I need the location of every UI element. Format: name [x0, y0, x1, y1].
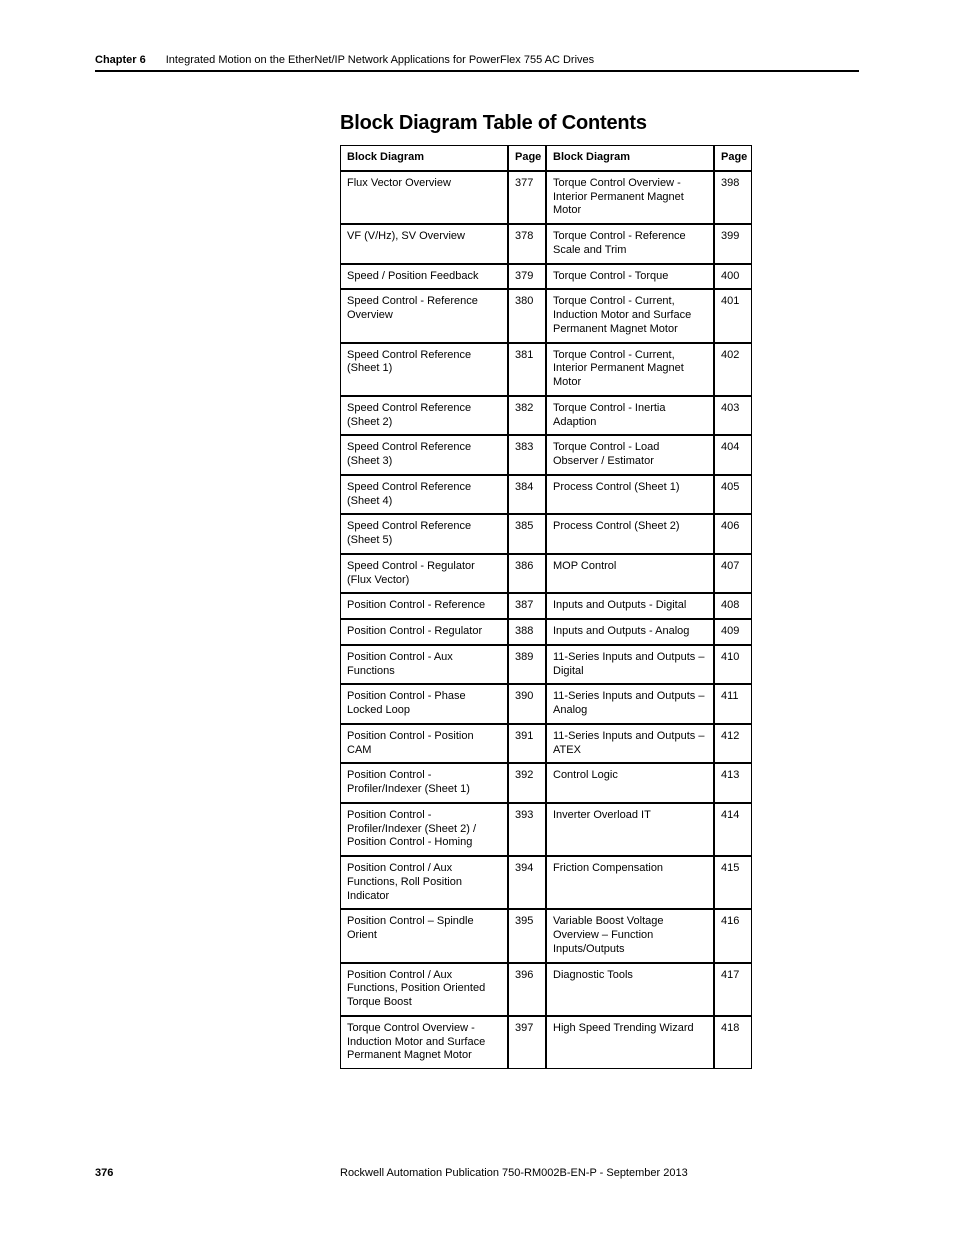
table-cell-name: Process Control (Sheet 2) [546, 514, 714, 554]
table-cell-page: 388 [508, 619, 546, 645]
col-header-block-diagram: Block Diagram [340, 145, 508, 171]
table-cell-page: 381 [508, 343, 546, 396]
table-cell-name: Position Control - Profiler/Indexer (She… [340, 763, 508, 803]
table-cell-name: Torque Control Overview - Interior Perma… [546, 171, 714, 224]
table-cell-name: Position Control - Profiler/Indexer (She… [340, 803, 508, 856]
chapter-title: Integrated Motion on the EtherNet/IP Net… [166, 54, 594, 66]
table-cell-page: 400 [714, 264, 752, 290]
table-cell-page: 390 [508, 684, 546, 724]
table-cell-name: Position Control - Reference [340, 593, 508, 619]
document-page: Chapter 6 Integrated Motion on the Ether… [0, 0, 954, 1235]
table-cell-page: 397 [508, 1016, 546, 1069]
table-cell-page: 399 [714, 224, 752, 264]
table-cell-name: Speed Control - Regulator (Flux Vector) [340, 554, 508, 594]
table-cell-page: 406 [714, 514, 752, 554]
table-cell-page: 384 [508, 475, 546, 515]
table-cell-name: 11-Series Inputs and Outputs – Digital [546, 645, 714, 685]
table-cell-name: Torque Control - Current, Interior Perma… [546, 343, 714, 396]
running-header: Chapter 6 Integrated Motion on the Ether… [95, 54, 859, 72]
table-cell-name: Torque Control Overview - Induction Moto… [340, 1016, 508, 1069]
table-cell-page: 391 [508, 724, 546, 764]
table-cell-name: Friction Compensation [546, 856, 714, 909]
table-cell-page: 405 [714, 475, 752, 515]
table-cell-page: 387 [508, 593, 546, 619]
col-header-page: Page [508, 145, 546, 171]
table-cell-name: Speed / Position Feedback [340, 264, 508, 290]
page-number: 376 [95, 1167, 340, 1179]
table-cell-page: 380 [508, 289, 546, 342]
table-cell-name: High Speed Trending Wizard [546, 1016, 714, 1069]
table-cell-name: Position Control - Regulator [340, 619, 508, 645]
table-cell-page: 401 [714, 289, 752, 342]
table-cell-name: Torque Control - Inertia Adaption [546, 396, 714, 436]
table-cell-name: Speed Control Reference (Sheet 2) [340, 396, 508, 436]
table-cell-name: Position Control - Aux Functions [340, 645, 508, 685]
table-cell-page: 410 [714, 645, 752, 685]
table-cell-page: 392 [508, 763, 546, 803]
main-content: Block Diagram Table of Contents Block Di… [340, 112, 858, 1069]
table-cell-name: Inverter Overload IT [546, 803, 714, 856]
table-cell-page: 377 [508, 171, 546, 224]
table-cell-page: 409 [714, 619, 752, 645]
table-cell-name: Speed Control Reference (Sheet 3) [340, 435, 508, 475]
col-header-block-diagram: Block Diagram [546, 145, 714, 171]
table-cell-page: 398 [714, 171, 752, 224]
publication-info: Rockwell Automation Publication 750-RM00… [340, 1167, 859, 1179]
table-cell-name: Speed Control Reference (Sheet 1) [340, 343, 508, 396]
table-cell-name: VF (V/Hz), SV Overview [340, 224, 508, 264]
table-cell-page: 412 [714, 724, 752, 764]
table-cell-name: 11-Series Inputs and Outputs – Analog [546, 684, 714, 724]
table-cell-name: Torque Control - Current, Induction Moto… [546, 289, 714, 342]
table-cell-page: 395 [508, 909, 546, 962]
table-cell-page: 413 [714, 763, 752, 803]
table-cell-page: 386 [508, 554, 546, 594]
section-title: Block Diagram Table of Contents [340, 112, 858, 135]
table-cell-page: 416 [714, 909, 752, 962]
table-cell-name: Variable Boost Voltage Overview – Functi… [546, 909, 714, 962]
table-cell-name: Position Control / Aux Functions, Roll P… [340, 856, 508, 909]
table-cell-page: 389 [508, 645, 546, 685]
page-footer: 376 Rockwell Automation Publication 750-… [95, 1167, 859, 1179]
table-cell-name: Torque Control - Reference Scale and Tri… [546, 224, 714, 264]
table-cell-page: 394 [508, 856, 546, 909]
table-cell-name: Position Control – Spindle Orient [340, 909, 508, 962]
table-cell-name: Diagnostic Tools [546, 963, 714, 1016]
table-cell-name: Speed Control - Reference Overview [340, 289, 508, 342]
table-cell-page: 408 [714, 593, 752, 619]
table-cell-page: 402 [714, 343, 752, 396]
table-cell-page: 378 [508, 224, 546, 264]
table-cell-page: 418 [714, 1016, 752, 1069]
table-cell-page: 383 [508, 435, 546, 475]
table-cell-page: 407 [714, 554, 752, 594]
table-cell-page: 404 [714, 435, 752, 475]
table-cell-page: 415 [714, 856, 752, 909]
table-cell-page: 393 [508, 803, 546, 856]
chapter-label: Chapter 6 [95, 54, 146, 66]
table-cell-name: 11-Series Inputs and Outputs – ATEX [546, 724, 714, 764]
table-cell-name: Position Control - Phase Locked Loop [340, 684, 508, 724]
table-cell-name: Torque Control - Load Observer / Estimat… [546, 435, 714, 475]
table-cell-page: 411 [714, 684, 752, 724]
table-cell-name: Process Control (Sheet 1) [546, 475, 714, 515]
table-cell-page: 417 [714, 963, 752, 1016]
table-cell-page: 403 [714, 396, 752, 436]
table-cell-page: 382 [508, 396, 546, 436]
table-cell-name: Speed Control Reference (Sheet 5) [340, 514, 508, 554]
table-cell-name: Inputs and Outputs - Digital [546, 593, 714, 619]
table-cell-name: Speed Control Reference (Sheet 4) [340, 475, 508, 515]
table-cell-page: 396 [508, 963, 546, 1016]
table-cell-page: 379 [508, 264, 546, 290]
table-cell-name: MOP Control [546, 554, 714, 594]
table-cell-name: Control Logic [546, 763, 714, 803]
table-cell-name: Position Control - Position CAM [340, 724, 508, 764]
table-cell-name: Flux Vector Overview [340, 171, 508, 224]
table-cell-name: Inputs and Outputs - Analog [546, 619, 714, 645]
table-cell-page: 414 [714, 803, 752, 856]
table-cell-name: Torque Control - Torque [546, 264, 714, 290]
table-cell-page: 385 [508, 514, 546, 554]
block-diagram-toc-table: Block Diagram Page Block Diagram Page Fl… [340, 145, 858, 1069]
table-cell-name: Position Control / Aux Functions, Positi… [340, 963, 508, 1016]
col-header-page: Page [714, 145, 752, 171]
